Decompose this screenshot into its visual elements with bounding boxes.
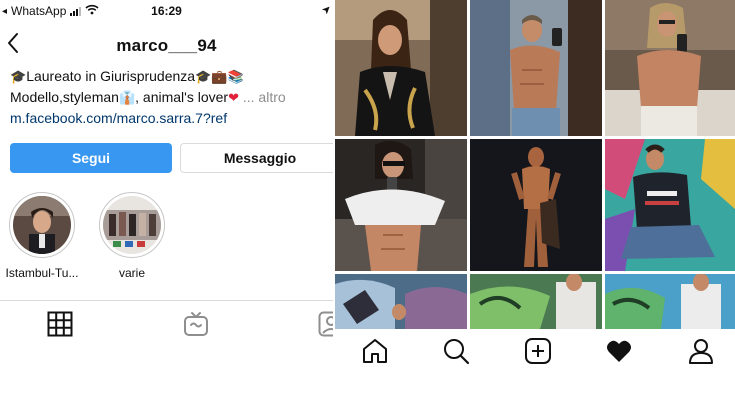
tab-grid[interactable] xyxy=(47,311,75,337)
post-thumbnail[interactable] xyxy=(605,274,735,329)
nav-add-post[interactable] xyxy=(524,337,552,365)
search-icon xyxy=(442,339,470,369)
story-highlights: Istambul-Tu... varie xyxy=(0,192,333,284)
post-thumbnail[interactable] xyxy=(470,139,602,271)
profile-panel: ◂ WhatsApp 16:29 ➤ marco___94 🎓Laureato … xyxy=(0,0,333,346)
highlight-cover xyxy=(13,196,71,254)
post-thumbnail[interactable] xyxy=(335,139,467,271)
post-thumbnail[interactable] xyxy=(335,274,467,329)
tagged-icon xyxy=(318,311,333,341)
highlight-cover xyxy=(103,196,161,254)
highlight-label: varie xyxy=(118,266,145,280)
post-thumbnail[interactable] xyxy=(470,0,602,136)
grid-icon xyxy=(47,311,73,341)
profile-actions: Segui Messaggio xyxy=(10,143,333,175)
bio-line-2-text: Modello,styleman xyxy=(10,89,119,105)
post-thumbnail[interactable] xyxy=(470,274,602,329)
profile-tabs xyxy=(0,300,333,346)
highlight-label: Istambul-Tu... xyxy=(5,266,79,280)
nav-profile[interactable] xyxy=(687,337,715,365)
highlight-item[interactable]: varie xyxy=(92,192,172,280)
highlight-ring xyxy=(99,192,165,258)
nav-home[interactable] xyxy=(361,337,389,365)
message-button[interactable]: Messaggio xyxy=(180,143,333,173)
post-thumbnail[interactable] xyxy=(605,0,735,136)
nav-search[interactable] xyxy=(442,337,470,365)
bio-line-1: 🎓Laureato in Giurisprudenza🎓💼📚 xyxy=(10,66,330,87)
red-heart-icon: ❤ xyxy=(228,90,239,105)
bio-line-2: Modello,styleman👔, animal's lover❤ ... a… xyxy=(10,87,330,108)
igtv-icon xyxy=(183,312,209,341)
tab-tagged[interactable] xyxy=(318,311,333,337)
books-icon: 📚 xyxy=(227,69,244,84)
nav-activity[interactable] xyxy=(605,337,633,365)
briefcase-icon: 💼 xyxy=(211,69,228,84)
posts-panel xyxy=(335,0,735,370)
follow-button[interactable]: Segui xyxy=(10,143,172,173)
graduation-cap-icon: 🎓 xyxy=(10,69,27,84)
profile-username: marco___94 xyxy=(116,36,217,55)
bio-line-1-text: Laureato in Giurisprudenza xyxy=(26,68,196,84)
heart-icon xyxy=(605,340,633,369)
add-post-icon xyxy=(524,338,552,369)
profile-icon xyxy=(687,339,715,369)
profile-header: marco___94 xyxy=(0,28,333,64)
tab-igtv[interactable] xyxy=(183,311,211,337)
graduation-cap-icon: 🎓 xyxy=(195,69,212,84)
bio-line-2-rest: , animal's lover xyxy=(135,89,229,105)
post-thumbnail[interactable] xyxy=(335,0,467,136)
status-bar: ◂ WhatsApp 16:29 ➤ xyxy=(0,0,333,22)
highlight-ring xyxy=(9,192,75,258)
post-thumbnail[interactable] xyxy=(605,139,735,271)
bio-website-link[interactable]: m.facebook.com/marco.sarra.7?ref xyxy=(10,108,330,129)
bottom-navigation xyxy=(335,329,735,370)
profile-bio: 🎓Laureato in Giurisprudenza🎓💼📚 Modello,s… xyxy=(10,66,330,129)
status-time: 16:29 xyxy=(151,4,182,18)
bio-more-link[interactable]: ... altro xyxy=(243,89,286,105)
suit-icon: 👔 xyxy=(118,90,136,105)
home-icon xyxy=(361,339,389,369)
highlight-item[interactable]: Istambul-Tu... xyxy=(2,192,82,280)
